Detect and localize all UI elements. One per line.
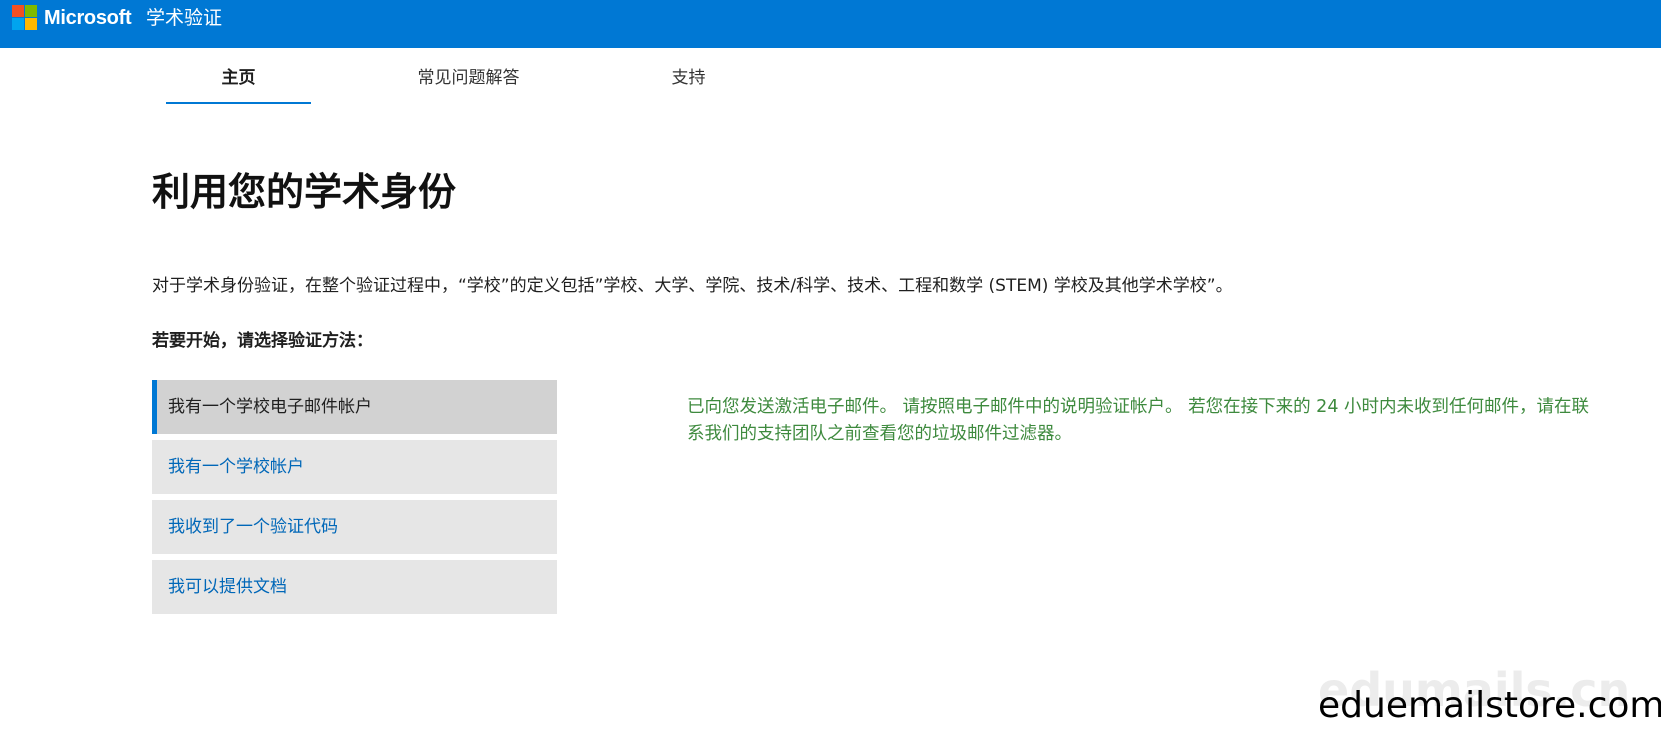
option-school-email[interactable]: 我有一个学校电子邮件帐户 [152, 380, 557, 434]
method-prompt: 若要开始，请选择验证方法： [152, 331, 373, 351]
logo-green-square [25, 5, 37, 17]
tab-home[interactable]: 主页 [166, 48, 311, 104]
option-school-account[interactable]: 我有一个学校帐户 [152, 440, 557, 494]
logo-red-square [12, 5, 24, 17]
page-title: 利用您的学术身份 [152, 170, 457, 214]
brand-name[interactable]: Microsoft [44, 4, 132, 32]
microsoft-logo-icon[interactable] [12, 5, 38, 31]
logo-blue-square [12, 18, 24, 30]
option-verification-code[interactable]: 我收到了一个验证代码 [152, 500, 557, 554]
product-name: 学术验证 [146, 7, 223, 29]
verification-method-list: 我有一个学校电子邮件帐户 我有一个学校帐户 我收到了一个验证代码 我可以提供文档 [152, 380, 557, 620]
site-watermark: eduemailstore.com [1318, 685, 1661, 726]
activation-email-message: 已向您发送激活电子邮件。 请按照电子邮件中的说明验证帐户。 若您在接下来的 24… [687, 397, 1590, 444]
top-header-bar: Microsoft 学术验证 [0, 0, 1661, 48]
logo-yellow-square [25, 18, 37, 30]
option-provide-documents[interactable]: 我可以提供文档 [152, 560, 557, 614]
intro-text: 对于学术身份验证，在整个验证过程中，“学校”的定义包括”学校、大学、学院、技术/… [152, 276, 1233, 296]
tab-faq[interactable]: 常见问题解答 [371, 48, 566, 102]
tab-support[interactable]: 支持 [606, 48, 771, 102]
